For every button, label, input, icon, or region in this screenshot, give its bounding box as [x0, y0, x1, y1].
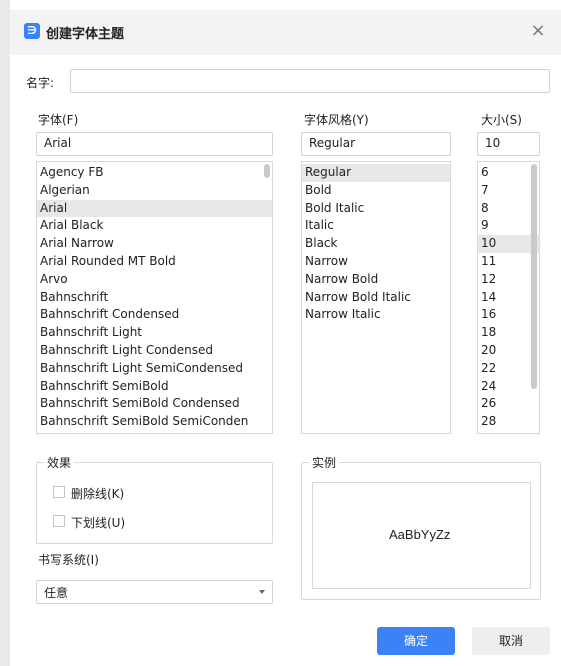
chevron-down-icon — [259, 590, 265, 594]
style-label: 字体风格(Y) — [304, 113, 369, 127]
writing-system-select[interactable]: 任意 — [36, 580, 273, 604]
size-list-item[interactable]: 7 — [478, 182, 539, 200]
font-list-item[interactable]: Bahnschrift SemiBold — [37, 378, 272, 396]
style-list-item[interactable]: Narrow Italic — [302, 306, 450, 324]
strikethrough-checkbox[interactable] — [53, 486, 65, 498]
create-font-theme-dialog: ∋ 创建字体主题 × 名字: 字体(F) 字体风格(Y) 大小(S) Arial… — [0, 0, 561, 666]
style-list-item[interactable]: Narrow Bold — [302, 271, 450, 289]
size-list-item[interactable]: 14 — [478, 289, 539, 307]
font-input[interactable]: Arial — [36, 132, 273, 156]
style-list-item[interactable]: Black — [302, 235, 450, 253]
font-label: 字体(F) — [38, 113, 79, 127]
font-list-item[interactable]: Arial Rounded MT Bold — [37, 253, 272, 271]
titlebar: ∋ 创建字体主题 × — [10, 10, 561, 55]
writing-system-value: 任意 — [44, 586, 69, 600]
style-list-item[interactable]: Bold Italic — [302, 200, 450, 218]
size-list-item[interactable]: 9 — [478, 217, 539, 235]
preview-sample-text: AaBbYyZz — [389, 527, 451, 542]
size-list[interactable]: 6 7 8 9 10 11 12 14 16 18 20 22 24 26 28 — [477, 161, 540, 434]
font-list-item[interactable]: Bahnschrift SemiBold Condensed — [37, 395, 272, 413]
size-label: 大小(S) — [481, 113, 522, 127]
close-icon[interactable]: × — [527, 20, 549, 42]
font-list-item[interactable]: Arial — [37, 199, 272, 218]
size-input[interactable]: 10 — [477, 132, 540, 156]
size-list-item[interactable]: 28 — [478, 413, 539, 431]
font-list-item[interactable]: Bahnschrift — [37, 289, 272, 307]
font-list-item[interactable]: Agency FB — [37, 164, 272, 182]
font-list-item[interactable]: Bahnschrift Light Condensed — [37, 342, 272, 360]
effects-group — [36, 462, 273, 544]
style-list-item[interactable]: Bold — [302, 182, 450, 200]
font-list-item[interactable]: Arial Narrow — [37, 235, 272, 253]
size-list-item[interactable]: 12 — [478, 271, 539, 289]
size-list-item[interactable]: 11 — [478, 253, 539, 271]
underline-label: 下划线(U) — [71, 516, 126, 530]
font-list-item[interactable]: Arvo — [37, 271, 272, 289]
font-list[interactable]: Agency FB Algerian Arial Arial Black Arial N… — [36, 161, 273, 434]
effects-title: 效果 — [44, 454, 75, 471]
ok-button[interactable]: 确定 — [377, 627, 455, 655]
font-list-item[interactable]: Arial Black — [37, 217, 272, 235]
name-input[interactable] — [70, 69, 550, 93]
preview-title: 实例 — [309, 454, 340, 471]
window-edge — [0, 0, 10, 666]
size-list-item[interactable]: 24 — [478, 378, 539, 396]
dialog-title: 创建字体主题 — [46, 27, 125, 42]
underline-checkbox[interactable] — [53, 515, 65, 527]
strikethrough-label: 删除线(K) — [71, 487, 125, 501]
name-label: 名字: — [26, 76, 55, 90]
font-list-item[interactable]: Bahnschrift Light SemiCondensed — [37, 360, 272, 378]
cancel-button[interactable]: 取消 — [472, 627, 550, 655]
style-input[interactable]: Regular — [301, 132, 451, 156]
size-list-item[interactable]: 6 — [478, 164, 539, 182]
style-list-item[interactable]: Italic — [302, 217, 450, 235]
size-list-item[interactable]: 10 — [478, 235, 539, 253]
style-list-item[interactable]: Regular — [302, 164, 450, 182]
size-list-item[interactable]: 22 — [478, 360, 539, 378]
size-list-item[interactable]: 20 — [478, 342, 539, 360]
style-list-item[interactable]: Narrow Bold Italic — [302, 289, 450, 307]
style-list-item[interactable]: Narrow — [302, 253, 450, 271]
font-list-item[interactable]: Bahnschrift SemiBold SemiConden — [37, 413, 272, 431]
size-list-item[interactable]: 16 — [478, 306, 539, 324]
app-icon: ∋ — [24, 23, 40, 39]
size-list-item[interactable]: 18 — [478, 324, 539, 342]
font-list-item[interactable]: Algerian — [37, 182, 272, 200]
style-list[interactable]: Regular Bold Bold Italic Italic Black Narrow N… — [301, 161, 451, 434]
font-list-item[interactable]: Bahnschrift Light — [37, 324, 272, 342]
size-list-scrollbar[interactable] — [531, 164, 537, 389]
writing-system-label: 书写系统(I) — [38, 553, 99, 567]
size-list-item[interactable]: 8 — [478, 200, 539, 218]
font-list-item[interactable]: Bahnschrift Condensed — [37, 306, 272, 324]
font-list-scrollbar[interactable] — [264, 164, 270, 178]
size-list-item[interactable]: 26 — [478, 395, 539, 413]
